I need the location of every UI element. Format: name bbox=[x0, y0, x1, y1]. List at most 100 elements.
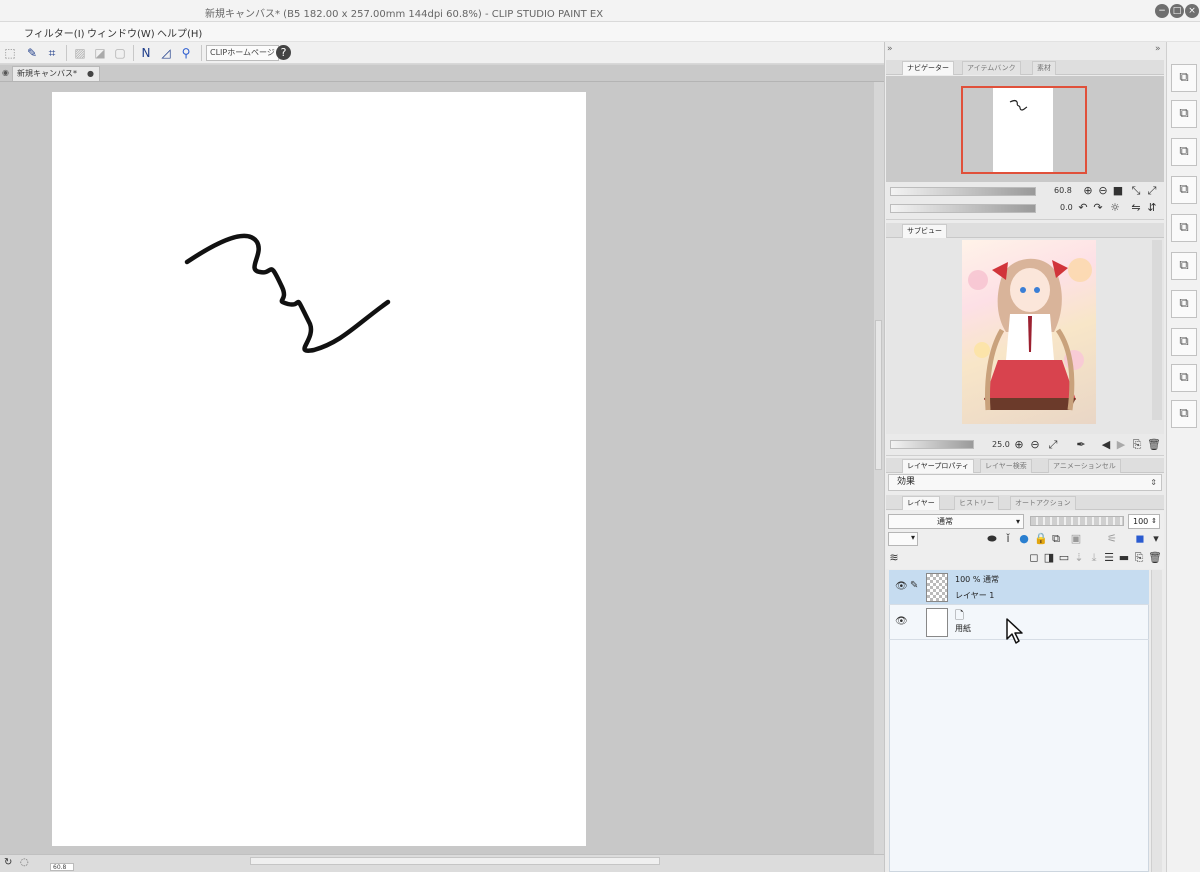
menu-help[interactable]: ヘルプ(H) bbox=[157, 25, 202, 40]
opacity-field[interactable]: 100 ⇕ bbox=[1128, 514, 1160, 529]
merge-visible-icon[interactable]: ☰ bbox=[1103, 552, 1115, 564]
zoom-out-icon[interactable]: ⊖ bbox=[1097, 185, 1109, 197]
mask-create-icon[interactable]: ▬ bbox=[1118, 552, 1130, 564]
delete-image-icon[interactable]: 🗑 bbox=[1147, 439, 1161, 451]
tab-layer-search[interactable]: レイヤー検索 bbox=[980, 459, 1032, 473]
flip-vertical-icon[interactable]: ⇵ bbox=[1146, 202, 1158, 214]
new-vector-layer-icon[interactable]: ◨ bbox=[1043, 552, 1055, 564]
maximize-button[interactable]: □ bbox=[1170, 4, 1184, 18]
tab-menu-icon[interactable]: ◉ bbox=[2, 68, 9, 77]
layer-stack-icon[interactable]: ≋ bbox=[888, 552, 900, 564]
layer-list-scrollbar[interactable] bbox=[1151, 570, 1162, 872]
opacity-stepper-icon[interactable]: ⇕ bbox=[1151, 515, 1157, 528]
menu-filter[interactable]: フィルター(I) bbox=[24, 25, 85, 40]
reset-rotate-icon[interactable]: ☼ bbox=[1109, 202, 1121, 214]
help-icon[interactable]: ? bbox=[276, 45, 291, 60]
fill-icon[interactable]: ◪ bbox=[92, 45, 108, 61]
ruler-icon[interactable]: ⚟ bbox=[1106, 533, 1118, 545]
tab-history[interactable]: ヒストリー bbox=[954, 496, 999, 510]
paper-canvas[interactable] bbox=[52, 92, 586, 846]
transform-icon[interactable]: ✎ bbox=[24, 45, 40, 61]
opacity-slider[interactable] bbox=[1030, 516, 1124, 526]
subview-zoom-out-icon[interactable]: ⊖ bbox=[1029, 439, 1041, 451]
collapse-strip-icon[interactable]: » bbox=[1155, 44, 1161, 54]
clear-icon[interactable]: ▨ bbox=[72, 45, 88, 61]
transfer-down-icon[interactable]: ⇣ bbox=[1073, 552, 1085, 564]
chevron-down-icon[interactable]: ▾ bbox=[1150, 533, 1162, 545]
delete-layer-icon[interactable]: 🗑 bbox=[1148, 552, 1162, 564]
horizontal-scroll-thumb[interactable] bbox=[250, 857, 660, 865]
flip-icon[interactable]: ◌ bbox=[20, 857, 29, 868]
rotate-right-icon[interactable]: ↷ bbox=[1092, 202, 1104, 214]
navigator-preview[interactable] bbox=[886, 76, 1164, 182]
strip-icon-5[interactable]: ⧉ bbox=[1171, 214, 1197, 242]
tab-layer[interactable]: レイヤー bbox=[902, 496, 940, 510]
subview-scrollbar[interactable] bbox=[1152, 240, 1162, 420]
apply-mask-icon[interactable]: ⎘ bbox=[1133, 552, 1145, 564]
collapse-dock-icon[interactable]: » bbox=[887, 44, 893, 54]
subview-zoom-in-icon[interactable]: ⊕ bbox=[1013, 439, 1025, 451]
new-folder-icon[interactable]: ▭ bbox=[1058, 552, 1070, 564]
mask-icon[interactable]: ▣ bbox=[1070, 533, 1082, 545]
subview-zoom-slider[interactable] bbox=[890, 440, 974, 449]
merge-down-icon[interactable]: ⤓ bbox=[1088, 552, 1100, 564]
clip-home-button[interactable]: CLIPホームページ bbox=[206, 45, 279, 61]
draft-layer-icon[interactable]: ● bbox=[1018, 533, 1030, 545]
new-raster-layer-icon[interactable]: ◻ bbox=[1028, 552, 1040, 564]
color-select[interactable]: ▾ bbox=[888, 532, 918, 546]
import-image-icon[interactable]: ⎘ bbox=[1131, 439, 1143, 451]
effect-section[interactable]: 効果 ⇕ bbox=[888, 474, 1162, 491]
strip-icon-6[interactable]: ⧉ bbox=[1171, 252, 1197, 280]
rotate-icon[interactable]: ↻ bbox=[4, 857, 12, 868]
strip-icon-1[interactable]: ⧉ bbox=[1171, 64, 1197, 92]
tab-animation-cels[interactable]: アニメーションセル bbox=[1048, 459, 1121, 473]
lock-icon[interactable]: 🔒 bbox=[1034, 533, 1048, 545]
zoom-slider[interactable] bbox=[890, 187, 1036, 196]
tab-navigator[interactable]: ナビゲーター bbox=[902, 61, 954, 75]
fit-window-icon[interactable]: ⤢ bbox=[1146, 185, 1158, 197]
reference-layer-icon[interactable]: ǐ bbox=[1002, 533, 1014, 545]
layer-color-icon[interactable]: ◼ bbox=[1134, 533, 1146, 545]
zoom-readout[interactable]: 60.8 bbox=[50, 863, 74, 871]
close-tab-icon[interactable]: ● bbox=[87, 67, 94, 81]
strip-icon-2[interactable]: ⧉ bbox=[1171, 100, 1197, 128]
special-ruler-icon[interactable]: ◿ bbox=[158, 45, 174, 61]
prev-image-icon[interactable]: ◀ bbox=[1100, 439, 1112, 451]
select-all-icon[interactable]: ⬚ bbox=[2, 45, 18, 61]
clipping-icon[interactable]: ⬬ bbox=[986, 533, 998, 545]
lock-transparent-icon[interactable]: ⧉ bbox=[1050, 533, 1062, 545]
tab-item-bank[interactable]: アイテムバンク bbox=[962, 61, 1021, 75]
tab-subview[interactable]: サブビュー bbox=[902, 224, 947, 238]
strip-icon-7[interactable]: ⧉ bbox=[1171, 290, 1197, 318]
strip-icon-8[interactable]: ⧉ bbox=[1171, 328, 1197, 356]
vertical-scroll-thumb[interactable] bbox=[875, 320, 882, 470]
rotate-slider[interactable] bbox=[890, 204, 1036, 213]
strip-icon-10[interactable]: ⧉ bbox=[1171, 400, 1197, 428]
tab-new-canvas[interactable]: 新規キャンバス* ● bbox=[12, 66, 100, 81]
tab-materials[interactable]: 素材 bbox=[1032, 61, 1056, 75]
grid-snap-icon[interactable]: ⚲ bbox=[178, 45, 194, 61]
close-button[interactable]: × bbox=[1185, 4, 1199, 18]
flip-horizontal-icon[interactable]: ⇋ bbox=[1130, 202, 1142, 214]
blend-mode-select[interactable]: 通常 ▾ bbox=[888, 514, 1024, 529]
crop-icon[interactable]: ▢ bbox=[112, 45, 128, 61]
effect-toggle-icon[interactable]: ⇕ bbox=[1150, 475, 1157, 490]
strip-icon-4[interactable]: ⧉ bbox=[1171, 176, 1197, 204]
tab-layer-property[interactable]: レイヤープロパティ bbox=[902, 459, 974, 473]
rotate-left-icon[interactable]: ↶ bbox=[1077, 202, 1089, 214]
strip-icon-3[interactable]: ⧉ bbox=[1171, 138, 1197, 166]
subview-area[interactable] bbox=[886, 238, 1164, 434]
layer-row-layer1[interactable]: 👁 ✎ 100 % 通常 レイヤー 1 bbox=[889, 570, 1149, 605]
menu-window[interactable]: ウィンドウ(W) bbox=[87, 25, 155, 40]
eye-icon[interactable]: 👁 bbox=[895, 581, 908, 592]
eye-icon[interactable]: 👁 bbox=[895, 616, 908, 627]
tab-auto-action[interactable]: オートアクション bbox=[1010, 496, 1076, 510]
next-image-icon[interactable]: ▶ bbox=[1115, 439, 1127, 451]
actual-size-icon[interactable]: ■ bbox=[1112, 185, 1124, 197]
minimize-button[interactable]: − bbox=[1155, 4, 1169, 18]
zoom-in-icon[interactable]: ⊕ bbox=[1082, 185, 1094, 197]
fit-screen-icon[interactable]: ⤡ bbox=[1130, 185, 1142, 197]
ruler-snap-icon[interactable]: N bbox=[138, 45, 154, 61]
subview-fit-icon[interactable]: ⤢ bbox=[1047, 439, 1059, 451]
scale-icon[interactable]: ⌗ bbox=[44, 45, 60, 61]
